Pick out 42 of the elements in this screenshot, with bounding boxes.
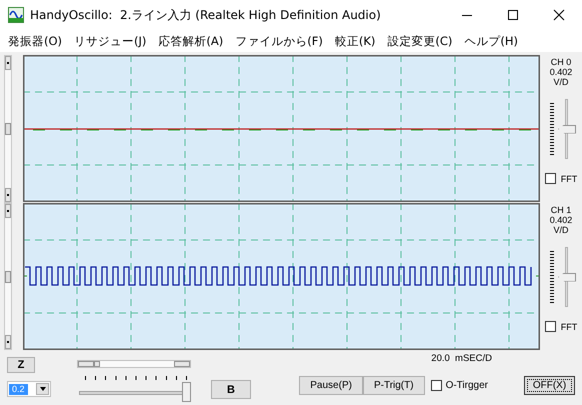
close-icon[interactable] <box>553 9 565 21</box>
slider-thumb[interactable] <box>558 124 576 134</box>
tick-marks <box>550 103 554 155</box>
vertical-scrollbar[interactable] <box>5 204 11 349</box>
channel-label: CH 0 <box>550 57 572 67</box>
unit-label: V/D <box>553 225 568 235</box>
combo-value: 0.2 <box>9 384 28 394</box>
fft-checkbox[interactable] <box>544 321 556 332</box>
menu-item[interactable]: 設定変更(C) <box>381 34 458 48</box>
action-button[interactable]: Pause(P) <box>299 376 363 395</box>
trigger-label: O-Tirgger <box>446 380 488 391</box>
dropdown-arrow-icon <box>40 387 46 391</box>
fft-checkbox[interactable] <box>544 173 556 184</box>
maximize-icon[interactable] <box>507 9 519 21</box>
timebase-label: 20.0 mSEC/D <box>431 353 492 364</box>
window-title: HandyOscillo: 2.ライン入力 (Realtek High Definition Audio) <box>30 6 382 24</box>
slider-thumb[interactable] <box>182 382 191 402</box>
time-slider[interactable] <box>77 382 191 402</box>
b-button[interactable]: B <box>211 380 251 399</box>
fft-label: FFT <box>560 322 578 332</box>
volts-per-div: 0.402 <box>550 215 572 225</box>
action-button[interactable]: P-Trig(T) <box>362 376 425 395</box>
slider-thumb[interactable] <box>558 272 576 282</box>
menu-item[interactable]: ファイルから(F) <box>229 34 329 48</box>
off-button[interactable]: OFF(X) <box>524 376 575 395</box>
menu-item[interactable]: 応答解析(A) <box>152 34 230 48</box>
gain-slider[interactable] <box>558 99 576 159</box>
vertical-scrollbar[interactable] <box>5 56 11 202</box>
fft-label: FFT <box>560 174 578 184</box>
menu-item[interactable]: ヘルプ(H) <box>458 34 524 48</box>
zoom-button[interactable]: Z <box>7 357 35 373</box>
menu-item[interactable]: リサジュー(J) <box>68 34 152 48</box>
trigger-checkbox[interactable] <box>430 380 442 391</box>
tick-marks <box>550 251 554 303</box>
unit-label: V/D <box>553 77 568 87</box>
channel-label: CH 1 <box>550 205 572 215</box>
menu-item[interactable]: 較正(K) <box>328 34 382 48</box>
horizontal-scrollbar[interactable] <box>77 360 191 368</box>
gain-slider[interactable] <box>558 247 576 307</box>
volts-per-div: 0.402 <box>550 67 572 77</box>
app-icon <box>8 7 24 23</box>
menu-item[interactable]: 発振器(O) <box>2 34 68 48</box>
